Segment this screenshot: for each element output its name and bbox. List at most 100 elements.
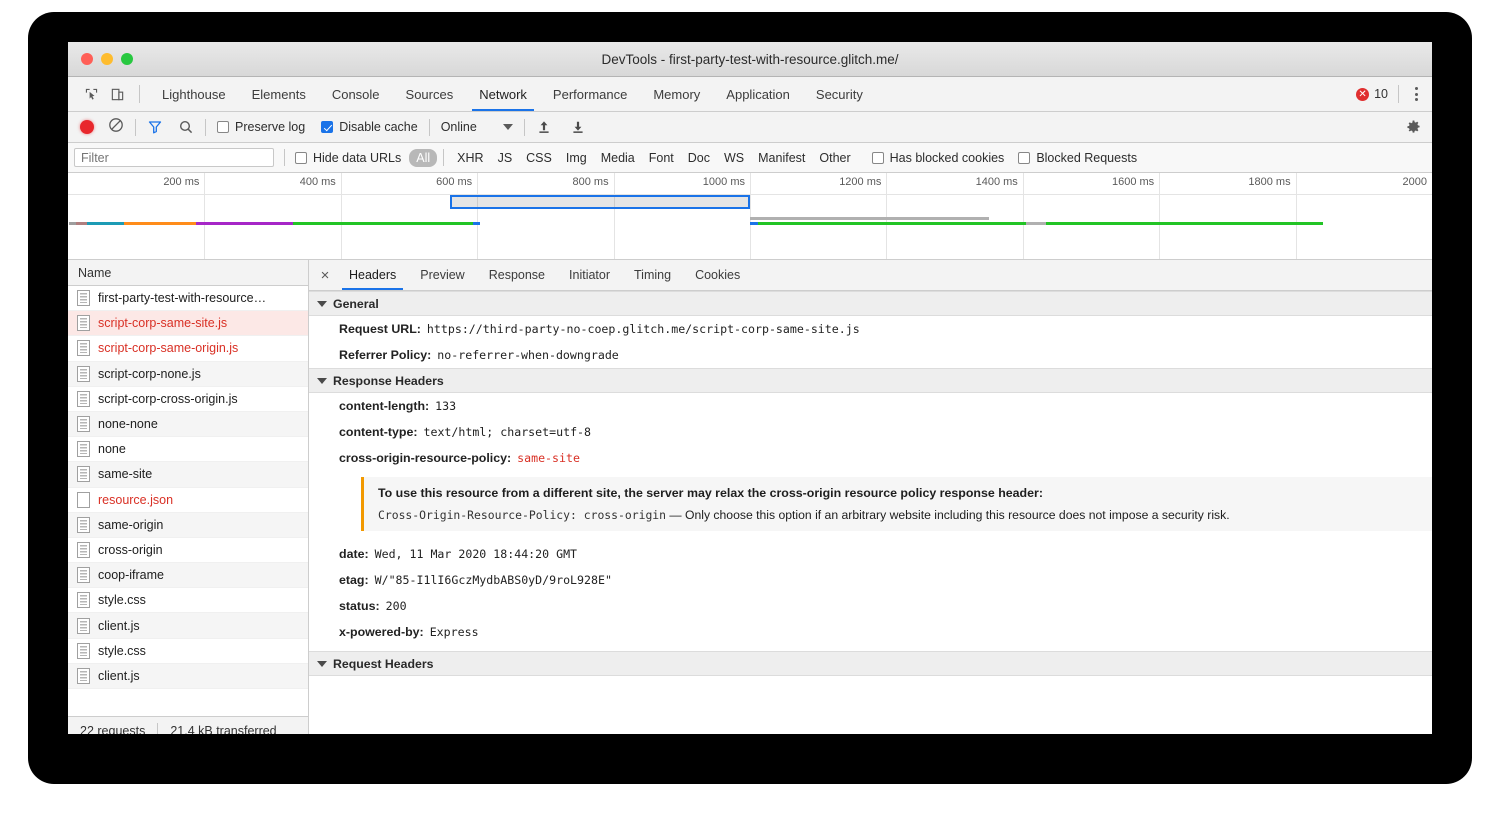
timeline-tick (477, 173, 478, 259)
search-icon[interactable] (178, 119, 194, 135)
filter-funnel-icon[interactable] (147, 119, 163, 135)
tab-memory[interactable]: Memory (640, 77, 713, 111)
request-row[interactable]: style.css (68, 639, 308, 664)
timeline-segment (758, 222, 1025, 225)
type-filter-all[interactable]: All (409, 149, 437, 167)
inspect-element-icon[interactable] (78, 81, 104, 107)
timeline-tick-label: 1600 ms (1112, 176, 1159, 188)
section-general[interactable]: General (309, 291, 1432, 316)
section-response-headers[interactable]: Response Headers (309, 368, 1432, 393)
timeline-tick-label: 1400 ms (976, 176, 1023, 188)
request-row[interactable]: script-corp-none.js (68, 362, 308, 387)
devtools-tabstrip: Lighthouse Elements Console Sources Netw… (68, 77, 1432, 112)
request-row[interactable]: none (68, 437, 308, 462)
tab-preview[interactable]: Preview (408, 260, 476, 290)
type-filter-xhr[interactable]: XHR (450, 149, 490, 167)
request-row[interactable]: cross-origin (68, 538, 308, 563)
tab-timing[interactable]: Timing (622, 260, 683, 290)
chevron-down-icon (503, 124, 513, 130)
tab-cookies[interactable]: Cookies (683, 260, 752, 290)
panel-tabs: Lighthouse Elements Console Sources Netw… (149, 77, 876, 111)
request-row[interactable]: style.css (68, 588, 308, 613)
document-icon (77, 315, 90, 331)
request-summary-bar: 22 requests 21.4 kB transferred (68, 716, 308, 734)
type-filter-media[interactable]: Media (594, 149, 642, 167)
request-row[interactable]: same-site (68, 462, 308, 487)
type-filter-ws[interactable]: WS (717, 149, 751, 167)
type-filter-css[interactable]: CSS (519, 149, 559, 167)
preserve-log-checkbox[interactable]: Preserve log (217, 120, 305, 134)
request-row[interactable]: script-corp-same-site.js (68, 311, 308, 336)
request-row[interactable]: none-none (68, 412, 308, 437)
type-filter-img[interactable]: Img (559, 149, 594, 167)
request-list-header[interactable]: Name (68, 260, 308, 286)
request-row[interactable]: client.js (68, 613, 308, 638)
throttling-select[interactable]: Online (441, 120, 513, 134)
tab-sources[interactable]: Sources (393, 77, 467, 111)
request-row[interactable]: first-party-test-with-resource… (68, 286, 308, 311)
section-request-headers-title: Request Headers (333, 657, 433, 671)
request-row[interactable]: same-origin (68, 513, 308, 538)
summary-request-count: 22 requests (68, 724, 157, 735)
timeline-tick (1159, 173, 1160, 259)
type-filter-doc[interactable]: Doc (681, 149, 717, 167)
timeline-selection-box[interactable] (450, 195, 750, 209)
header-value: no-referrer-when-downgrade (437, 348, 618, 362)
document-icon (77, 340, 90, 356)
request-name: same-site (98, 467, 152, 481)
more-options-kebab-icon[interactable] (1409, 87, 1424, 101)
gear-icon[interactable] (1405, 119, 1422, 136)
type-filter-font[interactable]: Font (642, 149, 681, 167)
tab-security[interactable]: Security (803, 77, 876, 111)
timeline-tick-label: 1800 ms (1248, 176, 1295, 188)
header-key: content-type: (339, 425, 417, 439)
request-row[interactable]: resource.json (68, 488, 308, 513)
export-har-icon[interactable] (570, 119, 586, 135)
header-value: same-site (517, 451, 580, 465)
tab-headers[interactable]: Headers (337, 260, 408, 290)
request-name: script-corp-same-site.js (98, 316, 227, 330)
timeline-segment (293, 222, 473, 225)
clear-icon[interactable] (108, 117, 124, 138)
import-har-icon[interactable] (536, 119, 552, 135)
disable-cache-checkbox[interactable]: Disable cache (321, 120, 418, 134)
search-input[interactable] (74, 148, 274, 167)
request-name: client.js (98, 669, 140, 683)
request-name: script-corp-same-origin.js (98, 341, 238, 355)
timeline-tick-label: 200 ms (163, 176, 204, 188)
header-row: cross-origin-resource-policy: same-site (309, 445, 1432, 471)
tab-network[interactable]: Network (466, 77, 540, 111)
device-toolbar-icon[interactable] (104, 81, 130, 107)
type-filter-other[interactable]: Other (812, 149, 857, 167)
request-row[interactable]: script-corp-cross-origin.js (68, 387, 308, 412)
tab-performance[interactable]: Performance (540, 77, 640, 111)
record-button-icon[interactable] (80, 120, 94, 134)
blocked-requests-checkbox[interactable]: Blocked Requests (1018, 151, 1137, 165)
request-row[interactable]: client.js (68, 664, 308, 689)
tab-application[interactable]: Application (713, 77, 803, 111)
hide-data-urls-checkbox[interactable]: Hide data URLs (295, 151, 401, 165)
has-blocked-cookies-checkbox[interactable]: Has blocked cookies (872, 151, 1005, 165)
header-row: content-type: text/html; charset=utf-8 (309, 419, 1432, 445)
network-timeline-overview[interactable]: 200 ms400 ms600 ms800 ms1000 ms1200 ms14… (68, 173, 1432, 260)
tab-elements[interactable]: Elements (239, 77, 319, 111)
close-icon[interactable]: × (313, 267, 337, 284)
error-count-badge[interactable]: ✕ 10 (1356, 87, 1388, 101)
devtools-window: DevTools - first-party-test-with-resourc… (68, 42, 1432, 734)
tab-console[interactable]: Console (319, 77, 393, 111)
section-request-headers[interactable]: Request Headers (309, 651, 1432, 676)
request-row[interactable]: coop-iframe (68, 563, 308, 588)
tab-initiator[interactable]: Initiator (557, 260, 622, 290)
has-blocked-cookies-label: Has blocked cookies (890, 151, 1005, 165)
request-row[interactable]: script-corp-same-origin.js (68, 336, 308, 361)
tab-lighthouse[interactable]: Lighthouse (149, 77, 239, 111)
type-filter-js[interactable]: JS (491, 149, 520, 167)
tab-response[interactable]: Response (477, 260, 557, 290)
type-filter-manifest[interactable]: Manifest (751, 149, 812, 167)
callout-text: — Only choose this option if an arbitrar… (666, 508, 1230, 522)
timeline-segment (750, 217, 989, 220)
document-icon (77, 441, 90, 457)
header-key: date: (339, 547, 369, 561)
summary-transferred: 21.4 kB transferred (158, 724, 288, 735)
request-name: resource.json (98, 493, 173, 507)
